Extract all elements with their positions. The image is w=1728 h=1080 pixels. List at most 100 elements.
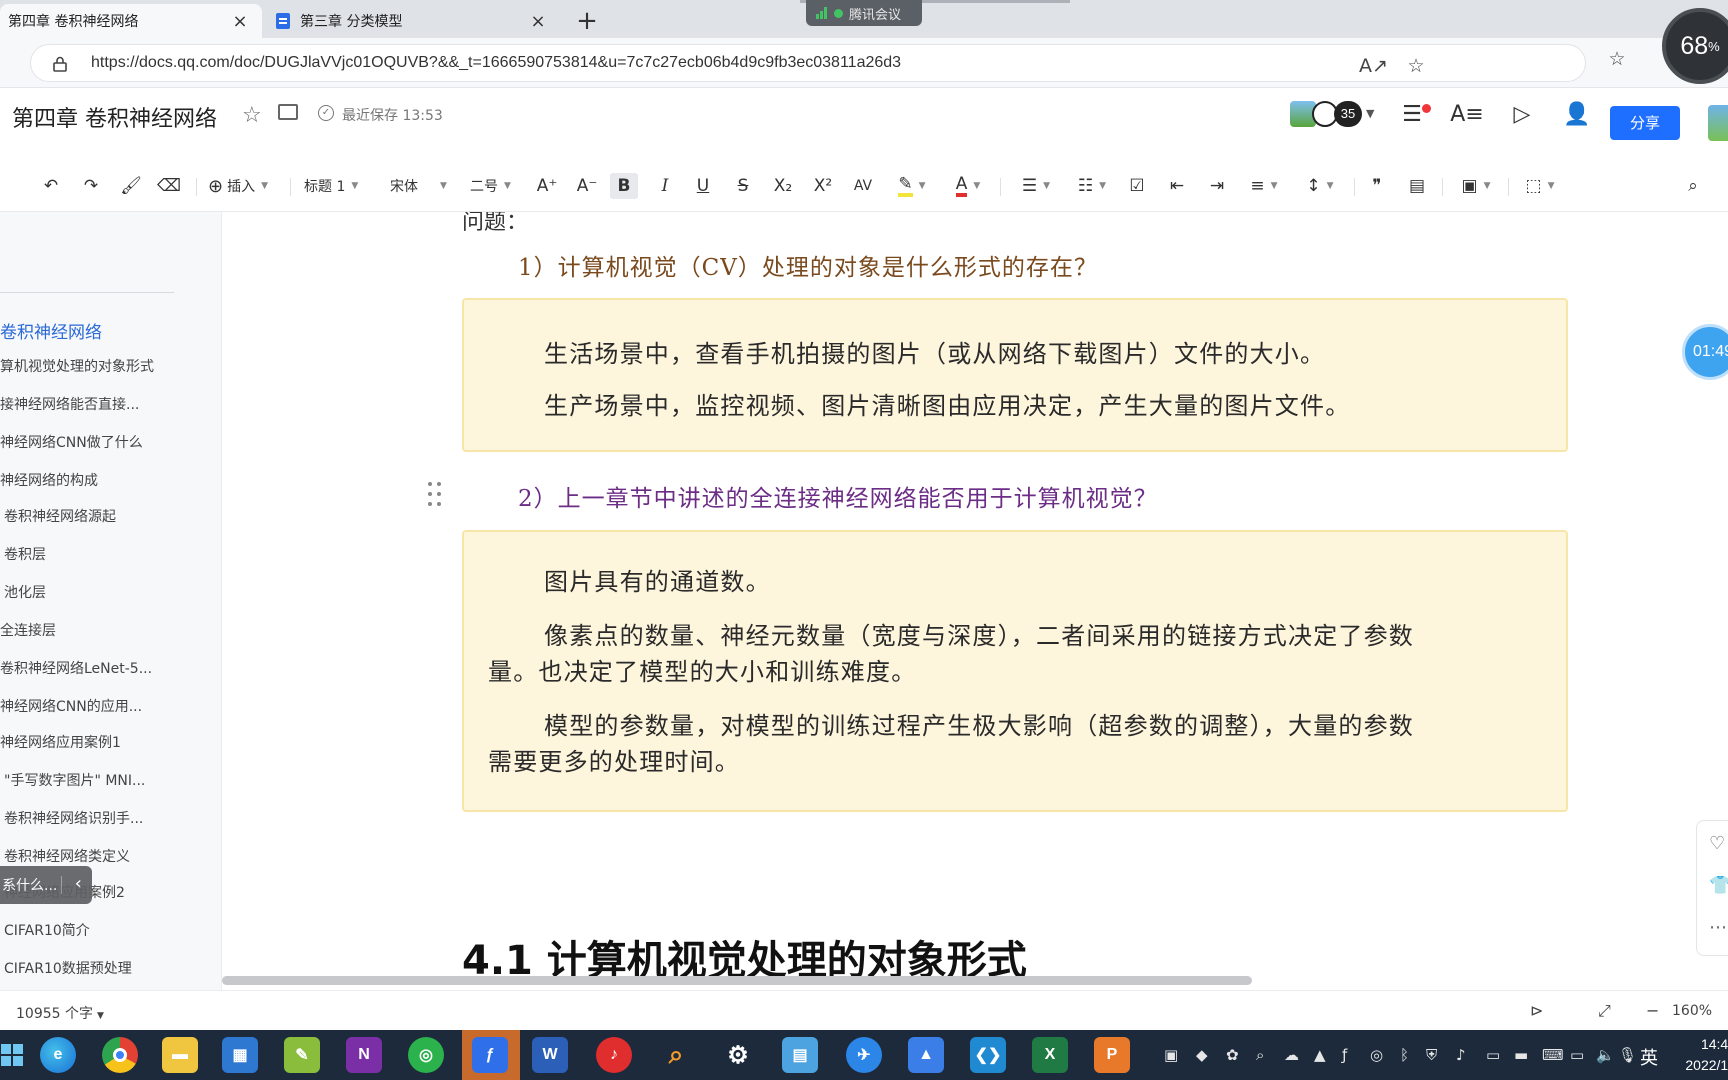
favorites-icon[interactable]: ☆ <box>1604 48 1630 70</box>
subscript-icon[interactable]: X₂ <box>770 173 796 199</box>
outline-item[interactable]: 池化层 <box>4 582 46 602</box>
settings-icon[interactable]: ⚙ <box>720 1037 756 1073</box>
presentation-icon[interactable]: ▷ <box>1507 99 1537 129</box>
windows-start-icon[interactable] <box>0 1037 24 1073</box>
font-color-icon[interactable]: A ▼ <box>948 173 988 199</box>
tray-photo-icon[interactable]: ▲ <box>1314 1046 1326 1064</box>
contacts-icon[interactable]: ▤ <box>782 1037 818 1073</box>
tray-search-icon[interactable]: ⌕ <box>1256 1046 1264 1064</box>
outline-item[interactable]: 接神经网络能否直接... <box>0 394 139 414</box>
checklist-icon[interactable]: ☑ <box>1124 173 1150 199</box>
outline-item[interactable]: 卷积神经网络源起 <box>4 506 116 526</box>
input-method-indicator[interactable]: 英 <box>1640 1044 1658 1070</box>
decrease-font-icon[interactable]: A⁻ <box>574 173 600 199</box>
share-button[interactable]: 分享 <box>1610 106 1680 140</box>
onenote-icon[interactable]: N <box>346 1037 382 1073</box>
menu-icon[interactable]: ☰ <box>1397 99 1427 129</box>
add-favorite-icon[interactable]: ☆ <box>1403 55 1429 77</box>
tab-chapter4[interactable]: 第四章 卷积神经网络 × <box>0 4 262 38</box>
store-icon[interactable]: ▦ <box>222 1037 258 1073</box>
read-aloud-icon[interactable]: A↗ <box>1359 55 1388 77</box>
fullscreen-icon[interactable]: ⤢ <box>1598 1001 1611 1021</box>
user-avatar[interactable] <box>1708 105 1728 141</box>
network-icon[interactable]: ▭ <box>1570 1046 1584 1064</box>
clear-format-icon[interactable]: ⌫ <box>156 173 182 199</box>
indent-icon[interactable]: ⇥ <box>1204 173 1230 199</box>
tencent-docs-icon[interactable]: ƒ <box>472 1037 508 1073</box>
bluetooth-icon[interactable]: ᛒ <box>1400 1046 1409 1064</box>
tab-chapter3[interactable]: 第三章 分类模型 × <box>266 4 560 38</box>
underline-icon[interactable]: U <box>690 173 716 199</box>
outdent-icon[interactable]: ⇤ <box>1164 173 1190 199</box>
line-spacing-icon[interactable]: ↕ ▼ <box>1300 173 1340 199</box>
tray-cloud-icon[interactable]: ☁ <box>1284 1046 1299 1064</box>
outline-item[interactable]: 卷积层 <box>4 544 46 564</box>
outline-item[interactable]: CIFAR10数据预处理 <box>4 958 132 978</box>
outline-item[interactable]: 神经网络的构成 <box>0 470 98 490</box>
volume-icon[interactable]: 🔈 <box>1596 1046 1615 1064</box>
outline-item[interactable]: 算机视觉处理的对象形式 <box>0 356 154 376</box>
italic-icon[interactable]: I <box>652 173 678 199</box>
more-icon[interactable]: ⋯ <box>1709 917 1727 938</box>
outline-item[interactable]: CIFAR10简介 <box>4 920 90 940</box>
chrome-icon[interactable] <box>102 1037 138 1073</box>
strikethrough-icon[interactable]: S <box>730 173 756 199</box>
tray-wechat-icon[interactable]: ◎ <box>1370 1046 1383 1064</box>
outline-item[interactable]: 卷积神经网络识别手... <box>4 808 143 828</box>
close-tab-icon[interactable]: × <box>528 11 548 32</box>
word-count[interactable]: 10955 个字 ▼ <box>16 1003 104 1023</box>
page-setup-icon[interactable]: ⬚ ▼ <box>1520 173 1560 199</box>
tray-docs-icon[interactable]: ƒ <box>1342 1046 1347 1064</box>
outline-item[interactable]: 卷积神经网络类定义 <box>4 846 130 866</box>
edge-browser-icon[interactable]: e <box>40 1037 76 1073</box>
search-app-icon[interactable]: ⌕ <box>658 1037 694 1073</box>
microphone-icon[interactable]: 🎙 <box>1618 1046 1637 1064</box>
file-explorer-icon[interactable]: ▬ <box>162 1037 198 1073</box>
tray-shield-icon[interactable]: ⛨ <box>1426 1046 1437 1064</box>
shirt-icon[interactable]: 👕 <box>1709 875 1728 896</box>
text-format-icon[interactable]: A≡ <box>1450 99 1483 129</box>
battery-icon[interactable]: ▭ <box>1486 1046 1500 1064</box>
tray-music-icon[interactable]: ♪ <box>1456 1046 1466 1064</box>
bold-icon[interactable]: B <box>610 173 638 199</box>
vscode-icon[interactable]: ❮❯ <box>970 1037 1006 1073</box>
letter-spacing-icon[interactable]: AV <box>850 173 876 199</box>
zoom-level[interactable]: 160% <box>1672 1003 1712 1019</box>
tray-chat-icon[interactable]: ▣ <box>1164 1046 1178 1064</box>
outline-collapse-button[interactable]: 系什么... ‹ <box>0 866 92 904</box>
outline-item[interactable]: 卷积神经网络LeNet-5... <box>0 658 152 678</box>
outline-item[interactable]: 神经网络CNN的应用... <box>0 696 142 716</box>
doc-title[interactable]: 第四章 卷积神经网络 <box>12 101 217 133</box>
close-tab-icon[interactable]: × <box>230 11 250 32</box>
superscript-icon[interactable]: X² <box>810 173 836 199</box>
text-box-icon[interactable]: ▣ ▼ <box>1456 173 1496 199</box>
font-size-select[interactable]: 二号 ▼ <box>470 173 511 199</box>
move-to-folder-icon[interactable] <box>278 104 298 120</box>
tray-keyboard-icon[interactable]: ⌨ <box>1542 1046 1564 1064</box>
outline-item[interactable]: 全连接层 <box>0 620 56 640</box>
drag-handle-icon[interactable] <box>428 482 444 510</box>
meeting-badge[interactable]: 腾讯会议 <box>806 0 922 26</box>
increase-font-icon[interactable]: A⁺ <box>534 173 560 199</box>
outline-item[interactable]: 卷积神经网络 <box>0 318 102 343</box>
pdf-icon[interactable]: P <box>1094 1037 1130 1073</box>
feishu-icon[interactable]: ✈ <box>846 1037 882 1073</box>
tray-folder-icon[interactable]: ▬ <box>1514 1046 1528 1064</box>
numbered-list-icon[interactable]: ☷ ▼ <box>1072 173 1112 199</box>
block-icon[interactable]: ▤ <box>1404 173 1430 199</box>
collaborator-avatars[interactable]: 35 ▼ <box>1290 101 1376 129</box>
excel-icon[interactable]: X <box>1032 1037 1068 1073</box>
heart-icon[interactable]: ♡ <box>1709 833 1725 854</box>
redo-icon[interactable]: ↷ <box>78 173 104 199</box>
highlight-icon[interactable]: ✎ ▼ <box>892 173 932 199</box>
bullet-list-icon[interactable]: ☰ ▼ <box>1016 173 1056 199</box>
outline-item[interactable]: 神经网络CNN做了什么 <box>0 432 143 452</box>
tray-app-icon[interactable]: ◆ <box>1196 1046 1208 1064</box>
tray-app-icon[interactable]: ✿ <box>1226 1046 1239 1064</box>
system-clock[interactable]: 14:49 2022/10 <box>1676 1034 1728 1076</box>
undo-icon[interactable]: ↶ <box>38 173 64 199</box>
search-icon[interactable]: ⌕ <box>1680 173 1706 199</box>
quote-icon[interactable]: ❞ <box>1364 173 1390 199</box>
heading-style-select[interactable]: 标题 1 ▼ <box>304 173 358 199</box>
url-input[interactable]: https://docs.qq.com/doc/DUGJlaVVjc01OQUV… <box>30 44 1586 82</box>
